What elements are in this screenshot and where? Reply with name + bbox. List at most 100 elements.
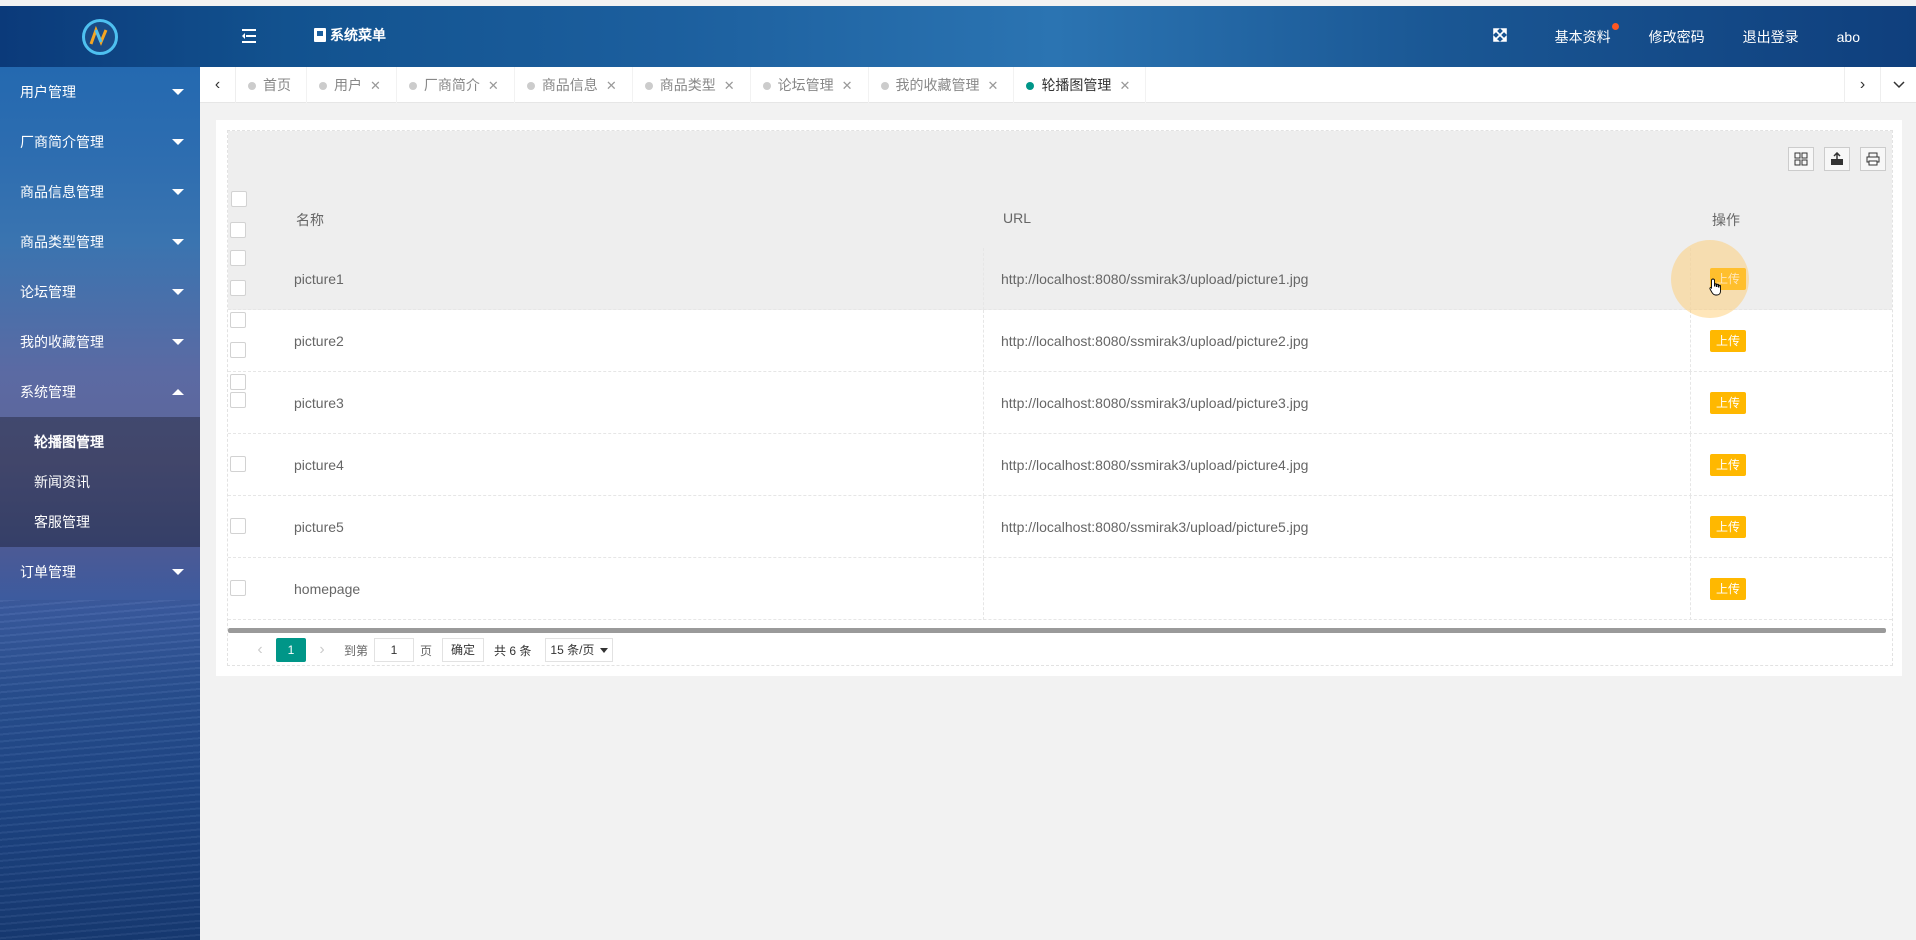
close-icon[interactable]: ✕: [606, 78, 617, 93]
row-checkbox[interactable]: [230, 580, 246, 596]
sidebar: 用户管理 厂商简介管理 商品信息管理 商品类型管理 论坛管理 我的收藏管理 系统…: [0, 67, 200, 940]
cell-url: http://localhost:8080/ssmirak3/upload/pi…: [1001, 271, 1309, 287]
tab-dot: [1026, 82, 1035, 90]
row-checkbox[interactable]: [230, 374, 246, 390]
system-menu-label: 系统菜单: [330, 27, 386, 43]
fullscreen-button[interactable]: [1474, 28, 1536, 45]
row-checkbox[interactable]: [230, 456, 246, 472]
tab-users[interactable]: 用户 ✕: [307, 67, 397, 103]
pagination: ‹ 1 › 到第 1 页 确定 共 6 条 15 条/页: [228, 634, 1892, 666]
close-icon[interactable]: ✕: [724, 78, 735, 93]
cell-name: picture4: [294, 457, 344, 473]
tab-label: 厂商简介: [423, 77, 480, 93]
row-checkbox-secondary[interactable]: [230, 280, 246, 296]
close-icon[interactable]: ✕: [488, 78, 499, 93]
export-icon: [1831, 152, 1843, 165]
print-button[interactable]: [1860, 147, 1886, 171]
upload-button[interactable]: 上传: [1710, 392, 1747, 414]
cell-name: picture2: [294, 333, 344, 349]
sidebar-subitem-customer-service[interactable]: 客服管理: [0, 502, 200, 542]
tab-forum[interactable]: 论坛管理 ✕: [751, 67, 869, 103]
column-header-name[interactable]: 名称: [296, 210, 324, 230]
cell-name: picture5: [294, 519, 344, 535]
caret-down-icon: [172, 139, 184, 145]
sidebar-item-label: 系统管理: [20, 384, 76, 400]
columns-filter-button[interactable]: [1788, 147, 1814, 171]
next-page-icon[interactable]: ›: [306, 641, 338, 659]
table-row[interactable]: picture5 http://localhost:8080/ssmirak3/…: [228, 496, 1892, 558]
tab-label: 首页: [263, 77, 291, 93]
upload-button[interactable]: 上传: [1710, 330, 1747, 352]
sidebar-item-product-type[interactable]: 商品类型管理: [0, 217, 200, 267]
close-icon[interactable]: ✕: [370, 78, 381, 93]
sidebar-item-favorites[interactable]: 我的收藏管理: [0, 317, 200, 367]
cell-url: http://localhost:8080/ssmirak3/upload/pi…: [1001, 333, 1309, 349]
close-icon[interactable]: ✕: [988, 78, 999, 93]
row-checkbox-secondary[interactable]: [230, 342, 246, 358]
tab-product-info[interactable]: 商品信息 ✕: [515, 67, 633, 103]
confirm-button[interactable]: 确定: [442, 638, 485, 662]
data-table: 名称 URL 操作 picture1 http://localhost:8080…: [227, 130, 1893, 666]
username[interactable]: abo: [1818, 29, 1916, 45]
tabs-more-icon[interactable]: [1880, 67, 1916, 103]
sidebar-subitem-news[interactable]: 新闻资讯: [0, 462, 200, 502]
sidebar-item-label: 我的收藏管理: [20, 334, 104, 350]
row-checkbox[interactable]: [230, 250, 246, 266]
row-checkbox[interactable]: [230, 518, 246, 534]
tab-product-type[interactable]: 商品类型 ✕: [633, 67, 751, 103]
table-row[interactable]: picture4 http://localhost:8080/ssmirak3/…: [228, 434, 1892, 496]
page-number-input[interactable]: 1: [374, 638, 415, 662]
tab-vendor[interactable]: 厂商简介 ✕: [397, 67, 515, 103]
sidebar-item-system[interactable]: 系统管理: [0, 367, 200, 417]
tabs-scroll-right-icon[interactable]: ›: [1844, 67, 1880, 103]
prev-page-icon[interactable]: ‹: [244, 641, 276, 659]
upload-button[interactable]: 上传: [1710, 454, 1747, 476]
basic-info-link[interactable]: 基本资料: [1536, 22, 1630, 47]
menu-toggle-icon[interactable]: [242, 28, 260, 44]
table-row[interactable]: homepage 上传: [228, 558, 1892, 620]
top-header: 系统菜单 基本资料 修改密码 退出登录 abo: [0, 6, 1916, 67]
cell-name: picture3: [294, 395, 344, 411]
table-row[interactable]: picture3 http://localhost:8080/ssmirak3/…: [228, 372, 1892, 434]
sidebar-subitem-carousel[interactable]: 轮播图管理: [0, 422, 200, 462]
select-all-checkbox[interactable]: [231, 191, 247, 207]
tab-favorites[interactable]: 我的收藏管理 ✕: [869, 67, 1015, 103]
username-label: abo: [1836, 28, 1860, 45]
sidebar-item-label: 厂商简介管理: [20, 134, 104, 150]
close-icon[interactable]: ✕: [842, 78, 853, 93]
system-menu-button[interactable]: 系统菜单: [314, 25, 386, 45]
sidebar-item-vendor[interactable]: 厂商简介管理: [0, 117, 200, 167]
system-submenu: 轮播图管理 新闻资讯 客服管理: [0, 417, 200, 547]
tab-list: 首页 用户 ✕ 厂商简介 ✕ 商品信息 ✕ 商品类型 ✕ 论坛管理 ✕ 我的收藏管理 ✕ 轮…: [236, 67, 1147, 103]
row-checkbox-secondary[interactable]: [230, 392, 246, 408]
tabs-scroll-left-icon[interactable]: ‹: [200, 67, 236, 103]
current-page[interactable]: 1: [276, 638, 306, 662]
tab-carousel[interactable]: 轮播图管理 ✕: [1014, 67, 1147, 103]
cell-url: http://localhost:8080/ssmirak3/upload/pi…: [1001, 395, 1309, 411]
hand-cursor-icon: [1709, 278, 1721, 296]
tab-home[interactable]: 首页: [236, 67, 307, 103]
caret-up-icon: [172, 389, 184, 395]
page-size-select[interactable]: 15 条/页: [545, 638, 614, 662]
column-header-url[interactable]: URL: [1003, 210, 1031, 226]
total-count: 共 6 条: [494, 643, 532, 658]
logout-link[interactable]: 退出登录: [1724, 27, 1818, 47]
sidebar-item-forum[interactable]: 论坛管理: [0, 267, 200, 317]
close-icon[interactable]: ✕: [1119, 78, 1130, 93]
columns-icon: [1794, 152, 1808, 166]
change-password-link[interactable]: 修改密码: [1630, 27, 1724, 47]
sidebar-item-users[interactable]: 用户管理: [0, 67, 200, 117]
sidebar-item-orders[interactable]: 订单管理: [0, 547, 200, 597]
upload-button[interactable]: 上传: [1710, 578, 1747, 600]
notification-dot: [1611, 22, 1619, 30]
goto-label: 到第: [344, 643, 369, 658]
table-row[interactable]: picture2 http://localhost:8080/ssmirak3/…: [228, 310, 1892, 372]
select-all-checkbox-secondary[interactable]: [230, 222, 246, 238]
horizontal-scrollbar[interactable]: [228, 628, 1886, 633]
upload-button[interactable]: 上传: [1710, 516, 1747, 538]
sidebar-item-product-info[interactable]: 商品信息管理: [0, 167, 200, 217]
row-checkbox[interactable]: [230, 312, 246, 328]
table-row[interactable]: picture1 http://localhost:8080/ssmirak3/…: [228, 248, 1892, 310]
export-button[interactable]: [1824, 147, 1850, 171]
content-card: 名称 URL 操作 picture1 http://localhost:8080…: [216, 120, 1902, 676]
